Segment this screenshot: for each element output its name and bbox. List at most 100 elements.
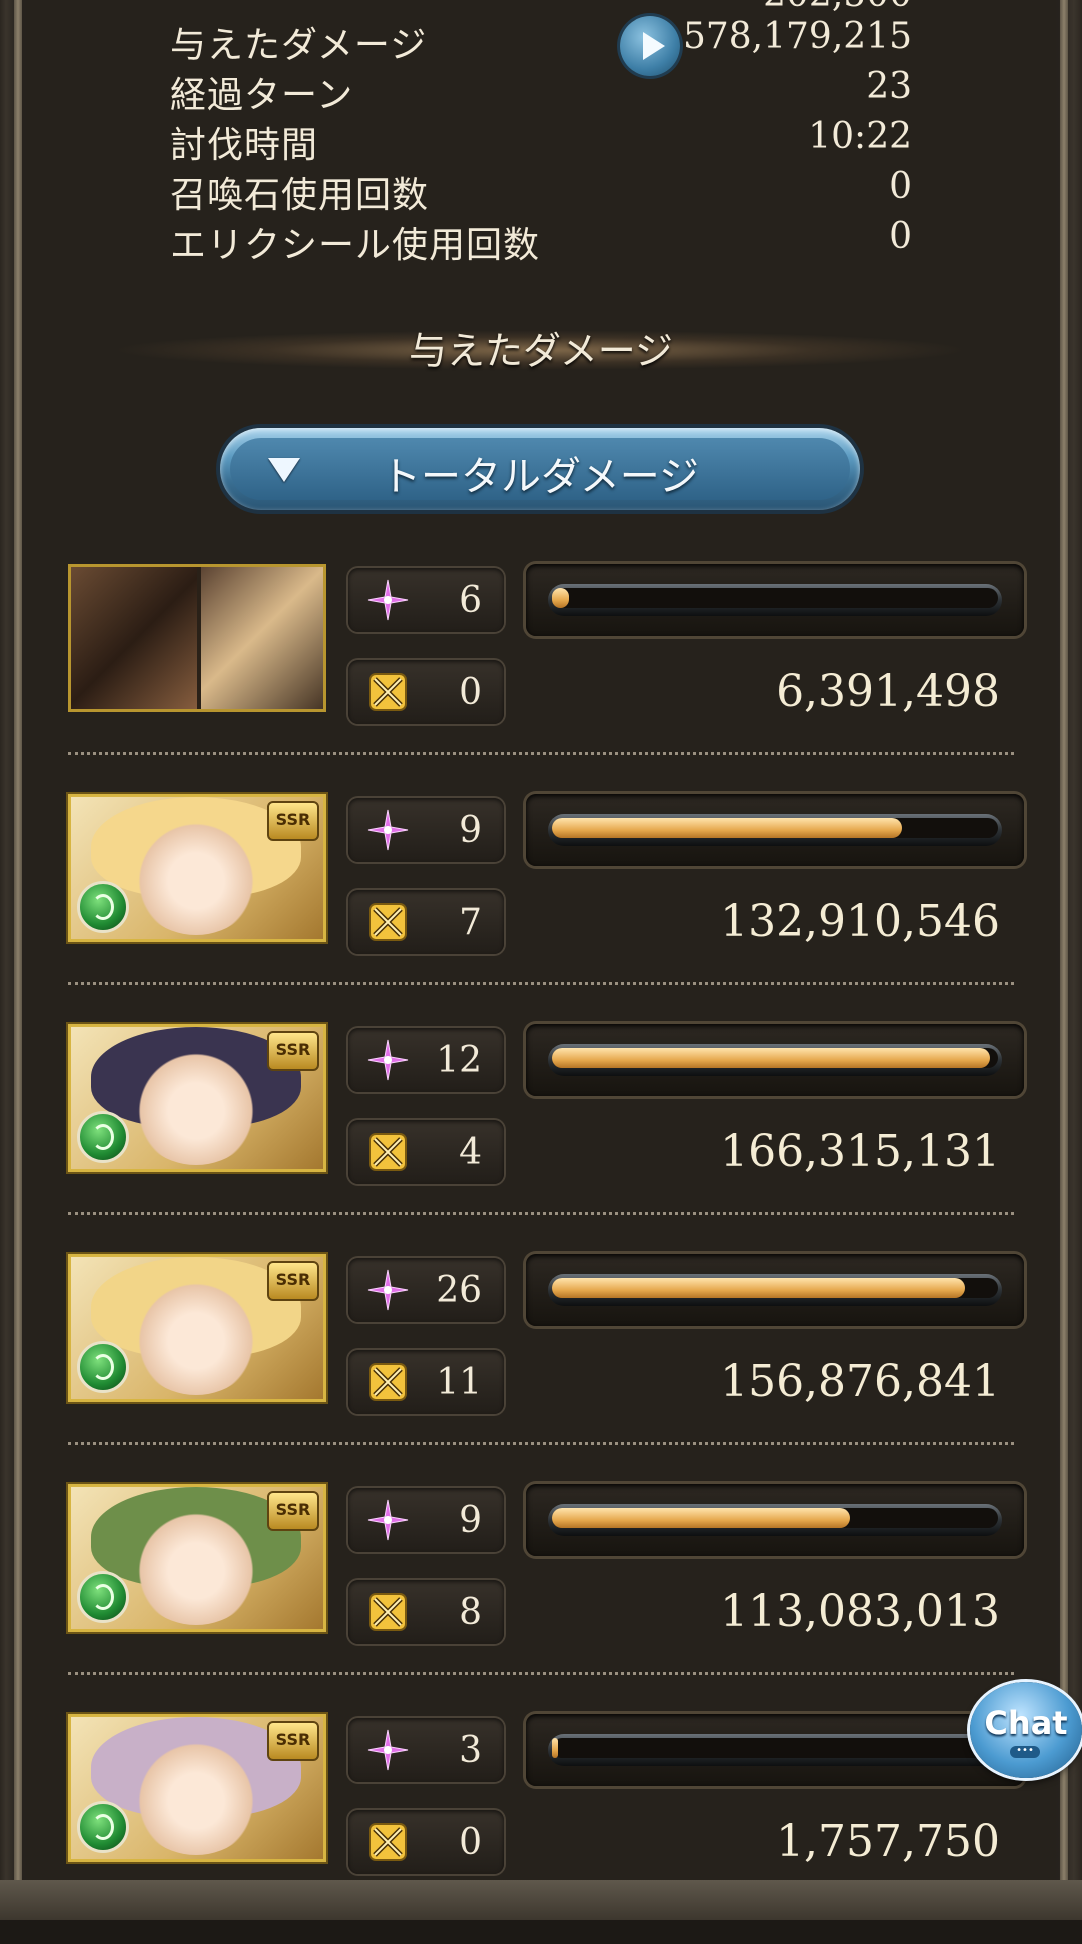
- chat-dots-icon: •••: [1010, 1746, 1040, 1758]
- portrait-face: [131, 1045, 261, 1165]
- row-divider: [68, 982, 1014, 985]
- damage-type-dropdown[interactable]: トータルダメージ: [220, 428, 860, 510]
- character-row: SSR 26 11 156,876,841: [0, 1254, 1082, 1484]
- character-row: SSR 9 7 132,910,546: [0, 794, 1082, 1024]
- character-portrait[interactable]: SSR: [68, 1254, 326, 1402]
- character-portrait[interactable]: SSR: [68, 1484, 326, 1632]
- damage-bar-fill: [552, 1278, 965, 1298]
- ougi-count: 11: [436, 1362, 482, 1403]
- damage-value: 166,315,131: [720, 1126, 1000, 1177]
- ougi-count: 7: [459, 902, 482, 943]
- damage-bar-box: [526, 1024, 1024, 1096]
- crossed-swords-icon: [369, 673, 407, 711]
- stat-value: 0: [889, 216, 912, 257]
- damage-bar-box: [526, 1714, 1024, 1786]
- portrait-face: [131, 1505, 261, 1625]
- skill-count-box: 9: [348, 1488, 504, 1552]
- skill-count: 3: [459, 1730, 482, 1771]
- ougi-count-box: 11: [348, 1350, 504, 1414]
- portrait-left: [71, 567, 197, 709]
- ougi-count: 0: [459, 672, 482, 713]
- character-portrait[interactable]: SSR: [68, 1714, 326, 1862]
- chat-label: Chat: [984, 1704, 1068, 1742]
- damage-bar-box: [526, 1254, 1024, 1326]
- skill-count: 9: [459, 810, 482, 851]
- ssr-badge: SSR: [267, 1261, 319, 1301]
- ougi-count-box: 0: [348, 1810, 504, 1874]
- dual-protagonist-portrait[interactable]: [68, 564, 326, 712]
- portrait-face: [131, 815, 261, 935]
- damage-bar-track: [548, 1044, 1002, 1076]
- stat-row-summon: 召喚石使用回数 0: [170, 162, 912, 216]
- ssr-badge: SSR: [267, 801, 319, 841]
- damage-value: 6,391,498: [776, 666, 1000, 717]
- wind-element-icon: [77, 1801, 129, 1853]
- damage-bar-fill: [552, 1048, 990, 1068]
- damage-bar-track: [548, 1274, 1002, 1306]
- damage-bar-fill: [552, 1738, 558, 1758]
- character-row: 6 0 6,391,498: [0, 564, 1082, 794]
- ssr-badge: SSR: [267, 1031, 319, 1071]
- row-divider: [68, 1442, 1014, 1445]
- stat-label: 経過ターン: [170, 75, 354, 116]
- crossed-swords-icon: [369, 1363, 407, 1401]
- damage-bar-track: [548, 814, 1002, 846]
- stat-label: 召喚石使用回数: [170, 175, 430, 216]
- chat-button[interactable]: Chat •••: [970, 1682, 1082, 1778]
- wind-element-icon: [77, 881, 129, 933]
- crossed-swords-icon: [369, 1133, 407, 1171]
- dropdown-label: トータルダメージ: [381, 454, 699, 500]
- damage-bar-track: [548, 1504, 1002, 1536]
- damage-bar-fill: [552, 588, 569, 608]
- section-title: 与えたダメージ: [408, 329, 674, 373]
- skill-count-box: 12: [348, 1028, 504, 1092]
- stat-value: 578,179,215: [682, 16, 912, 57]
- skill-count: 26: [436, 1270, 482, 1311]
- ougi-count-box: 8: [348, 1580, 504, 1644]
- skill-count-box: 9: [348, 798, 504, 862]
- stat-value: 0: [889, 166, 912, 207]
- skill-count: 6: [459, 580, 482, 621]
- skill-count: 12: [436, 1040, 482, 1081]
- wind-element-icon: [77, 1111, 129, 1163]
- row-divider: [68, 1212, 1014, 1215]
- sparkle-icon: [367, 1499, 409, 1541]
- damage-bar-inner: [552, 1738, 998, 1758]
- damage-bar-track: [548, 584, 1002, 616]
- ougi-count-box: 7: [348, 890, 504, 954]
- damage-bar-box: [526, 1484, 1024, 1556]
- portrait-right: [201, 567, 323, 709]
- stat-row-elixir: エリクシール使用回数 0: [170, 212, 912, 266]
- damage-bar-box: [526, 564, 1024, 636]
- sparkle-icon: [367, 1039, 409, 1081]
- row-divider: [68, 752, 1014, 755]
- stat-value: 10:22: [808, 116, 912, 157]
- damage-value: 113,083,013: [720, 1586, 1000, 1637]
- skill-count: 9: [459, 1500, 482, 1541]
- ssr-badge: SSR: [267, 1491, 319, 1531]
- crossed-swords-icon: [369, 1823, 407, 1861]
- wind-element-icon: [77, 1571, 129, 1623]
- stat-label: 与えたダメージ: [170, 25, 428, 66]
- damage-value: 156,876,841: [720, 1356, 1000, 1407]
- skill-count-box: 26: [348, 1258, 504, 1322]
- character-portrait[interactable]: SSR: [68, 1024, 326, 1172]
- stat-row-time: 討伐時間 10:22: [170, 112, 912, 166]
- sparkle-icon: [367, 579, 409, 621]
- crossed-swords-icon: [369, 1593, 407, 1631]
- row-divider: [68, 1672, 1014, 1675]
- ssr-badge: SSR: [267, 1721, 319, 1761]
- character-row: SSR 9 8 113,083,013: [0, 1484, 1082, 1714]
- character-portrait[interactable]: SSR: [68, 794, 326, 942]
- ougi-count: 0: [459, 1822, 482, 1863]
- ougi-count-box: 4: [348, 1120, 504, 1184]
- character-row: SSR 12 4 166,315,131: [0, 1024, 1082, 1254]
- stat-label: エリクシール使用回数: [170, 225, 541, 266]
- damage-bar-box: [526, 794, 1024, 866]
- portrait-face: [131, 1275, 261, 1395]
- stat-label: 討伐時間: [170, 125, 319, 166]
- ougi-count: 8: [459, 1592, 482, 1633]
- portrait-face: [131, 1735, 261, 1855]
- sparkle-icon: [367, 1729, 409, 1771]
- stat-row-damage: 与えたダメージ 578,179,215: [170, 12, 912, 76]
